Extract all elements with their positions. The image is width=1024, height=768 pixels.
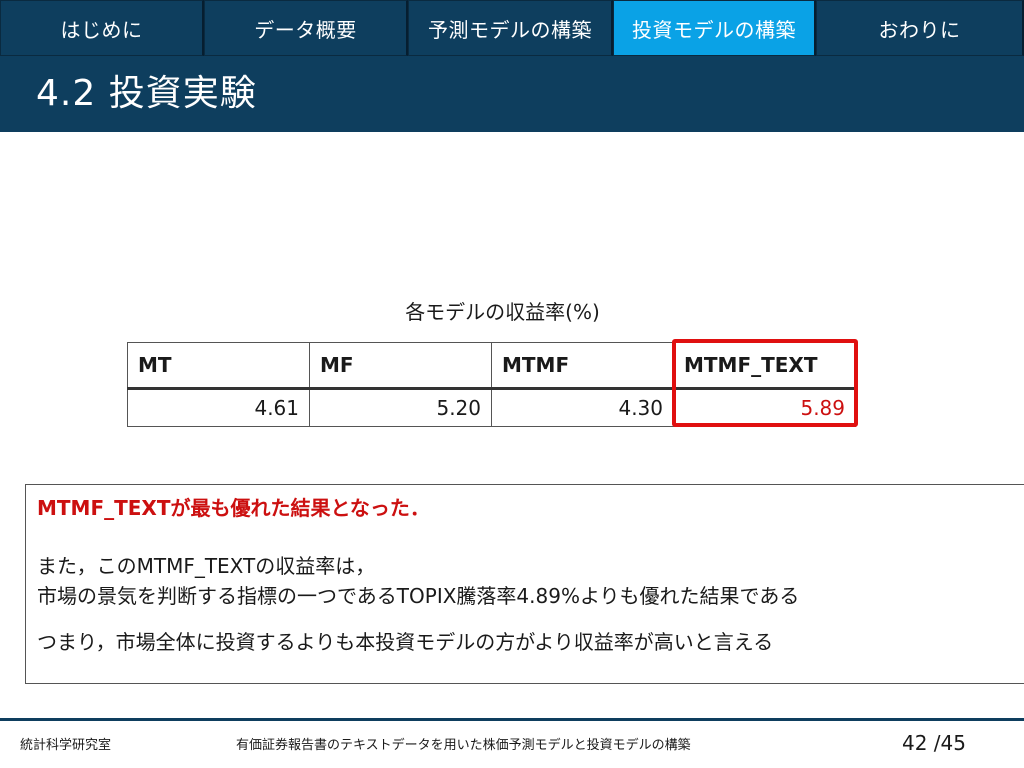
conclusion-box: MTMF_TEXTが最も優れた結果となった． また，このMTMF_TEXTの収益… xyxy=(25,484,1024,684)
cell-mf-return: 5.20 xyxy=(309,388,492,427)
conclusion-line-1: また，このMTMF_TEXTの収益率は， xyxy=(37,554,376,578)
tab-investment-model[interactable]: 投資モデルの構築 xyxy=(613,0,816,56)
conclusion-line-3: つまり，市場全体に投資するよりも本投資モデルの方がより収益率が高いと言える xyxy=(37,630,774,654)
conclusion-line-2: 市場の景気を判断する指標の一つであるTOPIX騰落率4.89%よりも優れた結果で… xyxy=(37,584,800,608)
footer-lab-name: 統計科学研究室 xyxy=(20,738,112,753)
column-header-mt: MT xyxy=(127,342,310,390)
tab-prediction-model[interactable]: 予測モデルの構築 xyxy=(408,0,613,56)
table-caption: 各モデルの収益率(%) xyxy=(405,300,600,324)
tab-conclusion[interactable]: おわりに xyxy=(816,0,1024,56)
conclusion-headline: MTMF_TEXTが最も優れた結果となった． xyxy=(37,496,430,520)
page-number: 42 /45 xyxy=(902,731,966,755)
title-bar: 4.2 投資実験 xyxy=(0,58,1024,132)
column-header-mtmf: MTMF xyxy=(491,342,674,390)
cell-mt-return: 4.61 xyxy=(127,388,310,427)
highlight-box xyxy=(672,339,858,427)
tab-introduction[interactable]: はじめに xyxy=(0,0,204,56)
cell-mtmf-return: 4.30 xyxy=(491,388,674,427)
page-title: 4.2 投資実験 xyxy=(36,73,257,114)
tab-data-overview[interactable]: データ概要 xyxy=(204,0,408,56)
footer-presentation-title: 有価証券報告書のテキストデータを用いた株価予測モデルと投資モデルの構築 xyxy=(236,738,691,753)
footer-divider xyxy=(0,718,1024,721)
column-header-mf: MF xyxy=(309,342,492,390)
section-nav: はじめに データ概要 予測モデルの構築 投資モデルの構築 おわりに xyxy=(0,0,1024,58)
